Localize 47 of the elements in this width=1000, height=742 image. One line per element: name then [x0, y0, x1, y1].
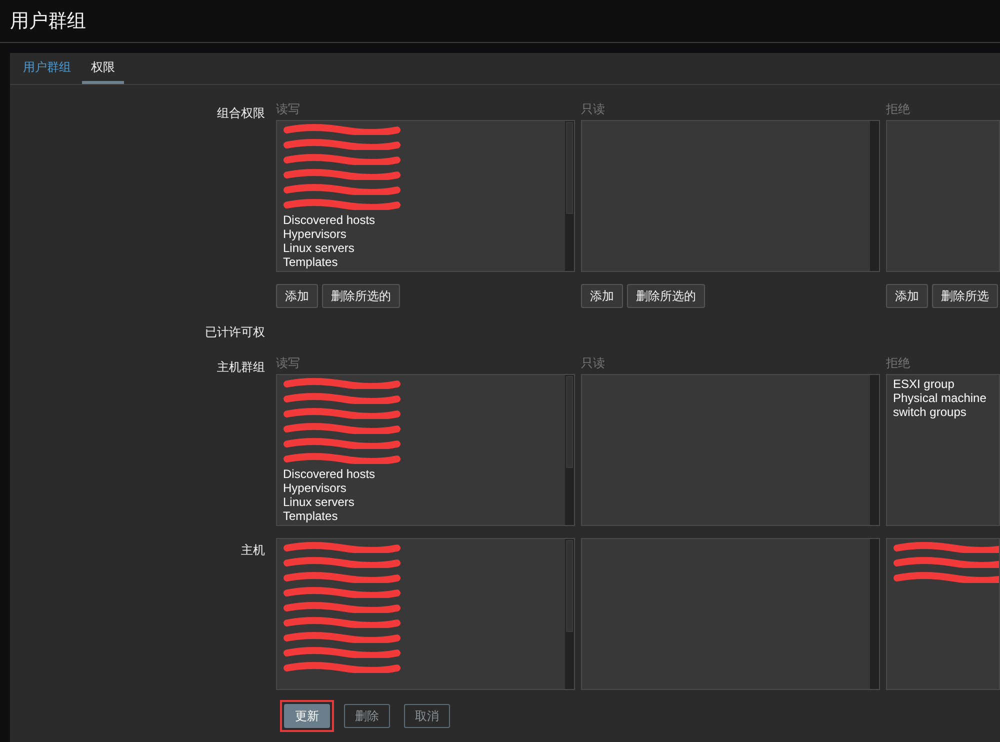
list-box[interactable]	[581, 120, 880, 272]
scrollbar[interactable]	[870, 539, 879, 689]
list-button[interactable]: 删除所选的	[627, 284, 705, 308]
list-item[interactable]: Linux servers	[283, 495, 559, 509]
list-button[interactable]: 添加	[886, 284, 928, 308]
scrollbar[interactable]	[565, 121, 574, 271]
list-item[interactable]: Hypervisors	[283, 481, 559, 495]
scrollbar[interactable]	[870, 121, 879, 271]
list-box[interactable]	[886, 538, 1000, 690]
column-header: 拒绝	[886, 355, 911, 372]
field-label: 组合权限	[217, 106, 265, 120]
tab[interactable]: 权限	[82, 53, 124, 84]
tab[interactable]: 用户群组	[14, 53, 80, 84]
list-button[interactable]: 删除所选	[932, 284, 998, 308]
column-header: 读写	[276, 355, 301, 372]
list-box[interactable]	[276, 538, 575, 690]
list-box[interactable]: ESXI group Physical machine switch groups	[886, 374, 1000, 526]
column-header: 只读	[581, 101, 606, 118]
list-item[interactable]: ESXI group	[893, 377, 993, 391]
action-button[interactable]: 取消	[404, 704, 450, 728]
action-button[interactable]: 更新	[284, 704, 330, 728]
list-button[interactable]: 删除所选的	[322, 284, 400, 308]
scrollbar[interactable]	[565, 375, 574, 525]
action-button[interactable]: 删除	[344, 704, 390, 728]
list-box[interactable]	[581, 538, 880, 690]
list-box[interactable]: Discovered hosts Hypervisors Linux servers Templates	[276, 374, 575, 526]
list-item[interactable]: switch groups	[893, 405, 993, 419]
list-item[interactable]: Templates	[283, 255, 559, 269]
scrollbar[interactable]	[565, 539, 574, 689]
list-item[interactable]: Discovered hosts	[283, 467, 559, 481]
list-box[interactable]: Discovered hosts Hypervisors Linux servers Templates	[276, 120, 575, 272]
section-heading: 已计许可权	[205, 325, 265, 339]
list-item[interactable]: Templates	[283, 509, 559, 523]
field-label: 主机	[241, 543, 265, 557]
scrollbar[interactable]	[870, 375, 879, 525]
list-item[interactable]: Linux servers	[283, 241, 559, 255]
list-item[interactable]: Hypervisors	[283, 227, 559, 241]
column-header: 拒绝	[886, 101, 911, 118]
column-header: 只读	[581, 355, 606, 372]
field-label: 主机群组	[217, 360, 265, 374]
page-title: 用户群组	[10, 9, 86, 34]
column-header: 读写	[276, 101, 301, 118]
list-button[interactable]: 添加	[581, 284, 623, 308]
list-item[interactable]: Discovered hosts	[283, 213, 559, 227]
list-button[interactable]: 添加	[276, 284, 318, 308]
list-item[interactable]: Physical machine	[893, 391, 993, 405]
list-box[interactable]	[581, 374, 880, 526]
